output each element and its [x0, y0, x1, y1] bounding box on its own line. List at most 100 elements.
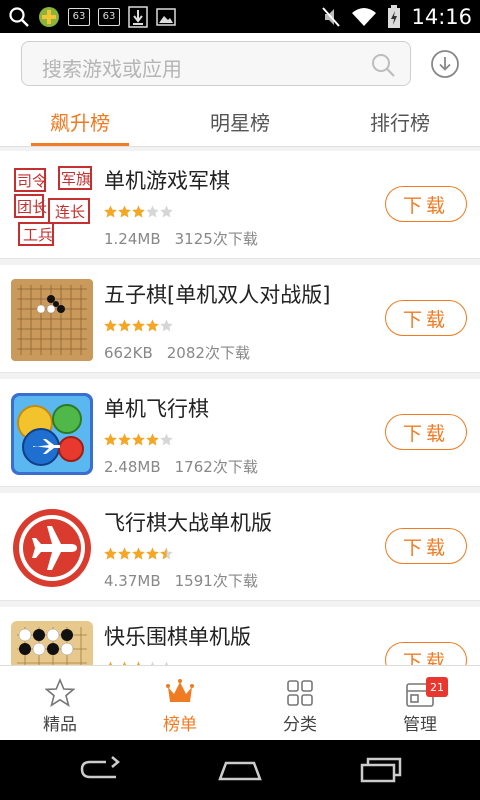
app-title: 快乐围棋单机版 — [104, 625, 251, 649]
download-count: 3125次下载 — [174, 230, 258, 248]
app-size: 662KB — [104, 344, 153, 362]
star-empty-icon — [146, 205, 159, 218]
airplane-badge-icon — [11, 507, 93, 589]
app-title: 单机飞行棋 — [104, 397, 209, 421]
star-filled-icon — [132, 433, 145, 446]
list-item[interactable]: 快乐围棋单机版 下载 — [0, 607, 480, 665]
download-manager-icon[interactable] — [430, 49, 460, 79]
list-item[interactable]: 飞行棋大战单机版 4.37MB 1591次下载 下载 — [0, 493, 480, 601]
star-filled-icon — [118, 547, 131, 560]
app-title: 五子棋[单机双人对战版] — [104, 283, 331, 307]
nav-categories[interactable]: 分类 — [240, 666, 360, 740]
status-bar: 63 63 14:16 — [0, 0, 480, 33]
app-size: 2.48MB — [104, 458, 161, 476]
download-count: 2082次下载 — [166, 344, 250, 362]
notification-box: 63 — [98, 7, 120, 26]
search-icon[interactable] — [370, 52, 396, 78]
svg-text:工兵: 工兵 — [23, 226, 53, 244]
star-filled-icon — [118, 205, 131, 218]
rating-stars — [104, 433, 173, 447]
star-filled-icon — [132, 547, 145, 560]
app-size: 4.37MB — [104, 572, 161, 590]
download-button[interactable]: 下载 — [385, 414, 467, 450]
rating-stars — [104, 547, 173, 561]
star-filled-icon — [146, 319, 159, 332]
star-filled-icon — [104, 319, 117, 332]
rating-stars — [104, 205, 173, 219]
app-title: 单机游戏军棋 — [104, 169, 230, 193]
download-notification-icon — [128, 5, 148, 28]
star-icon — [45, 678, 75, 707]
go-board-icon — [11, 621, 93, 665]
search-notification-icon — [9, 6, 29, 27]
nav-featured[interactable]: 精品 — [0, 666, 120, 740]
update-count-badge: 21 — [426, 677, 448, 697]
recent-apps-icon[interactable] — [356, 755, 404, 785]
app-meta: 1.24MB 3125次下载 — [104, 228, 258, 249]
army-chess-icon: 司令 军旗 团长 连长 工兵 — [11, 165, 93, 247]
nav-manage[interactable]: 管理 — [360, 666, 480, 740]
tab-rising[interactable]: 飙升榜 — [0, 95, 160, 147]
svg-text:团长: 团长 — [17, 198, 47, 216]
image-notification-icon — [156, 7, 176, 26]
wifi-icon — [352, 7, 377, 26]
app-size: 1.24MB — [104, 230, 161, 248]
nav-charts[interactable]: 榜单 — [120, 666, 240, 740]
star-filled-icon — [104, 433, 117, 446]
star-empty-icon — [160, 319, 173, 332]
list-item[interactable]: 单机飞行棋 2.48MB 1762次下载 下载 — [0, 379, 480, 487]
ranking-tabs: 飙升榜 明星榜 排行榜 — [0, 95, 480, 147]
grid-icon — [287, 680, 313, 706]
star-filled-icon — [118, 319, 131, 332]
download-button[interactable]: 下载 — [385, 300, 467, 336]
nav-label: 精品 — [43, 715, 77, 735]
search-input[interactable]: 搜索游戏或应用 — [21, 41, 411, 86]
mute-icon — [322, 6, 341, 27]
search-bar: 搜索游戏或应用 — [0, 33, 480, 95]
tab-star[interactable]: 明星榜 — [160, 95, 320, 147]
app-meta: 4.37MB 1591次下载 — [104, 570, 258, 591]
app-meta: 662KB 2082次下载 — [104, 342, 250, 363]
crown-icon — [166, 679, 194, 702]
star-filled-icon — [160, 547, 173, 560]
list-item[interactable]: 司令 军旗 团长 连长 工兵 单机游戏军棋 1.24MB 3125次下载 下载 — [0, 151, 480, 259]
svg-text:军旗: 军旗 — [61, 170, 91, 188]
star-empty-icon — [160, 205, 173, 218]
app-meta: 2.48MB 1762次下载 — [104, 456, 258, 477]
svg-text:司令: 司令 — [17, 172, 47, 190]
svg-text:连长: 连长 — [55, 203, 85, 221]
system-nav-bar — [0, 740, 480, 800]
download-count: 1591次下载 — [174, 572, 258, 590]
app-list: 司令军旗 团长连长 工兵 单机游戏军棋 1.24MB 3125次下载 下载 — [0, 151, 480, 665]
nav-label: 榜单 — [163, 715, 197, 735]
rating-stars — [104, 319, 173, 333]
star-filled-icon — [132, 319, 145, 332]
back-icon[interactable] — [76, 755, 124, 785]
tab-ranking[interactable]: 排行榜 — [320, 95, 480, 147]
star-filled-icon — [104, 205, 117, 218]
download-button[interactable]: 下载 — [385, 528, 467, 564]
app-notification-icon — [39, 6, 59, 27]
clock: 14:16 — [411, 4, 472, 29]
download-count: 1762次下载 — [174, 458, 258, 476]
download-button[interactable]: 下载 — [385, 642, 467, 665]
nav-label: 分类 — [283, 715, 317, 735]
app-screen: 搜索游戏或应用 飙升榜 明星榜 排行榜 司令 军旗 团长 连长 工兵 单机游戏军… — [0, 33, 480, 740]
home-icon[interactable] — [216, 755, 264, 785]
star-filled-icon — [146, 433, 159, 446]
star-filled-icon — [132, 205, 145, 218]
star-filled-icon — [146, 547, 159, 560]
notification-box: 63 — [68, 7, 90, 26]
active-tab-indicator — [31, 143, 129, 146]
star-empty-icon — [160, 433, 173, 446]
star-filled-icon — [104, 547, 117, 560]
app-title: 飞行棋大战单机版 — [104, 511, 272, 535]
gomoku-board-icon — [11, 279, 93, 361]
nav-label: 管理 — [403, 715, 437, 735]
bottom-nav: 精品 榜单 分类 管理 21 — [0, 665, 480, 740]
search-placeholder: 搜索游戏或应用 — [42, 57, 182, 81]
download-button[interactable]: 下载 — [385, 186, 467, 222]
list-item[interactable]: 五子棋[单机双人对战版] 662KB 2082次下载 下载 — [0, 265, 480, 373]
star-filled-icon — [118, 433, 131, 446]
battery-icon — [388, 4, 401, 28]
